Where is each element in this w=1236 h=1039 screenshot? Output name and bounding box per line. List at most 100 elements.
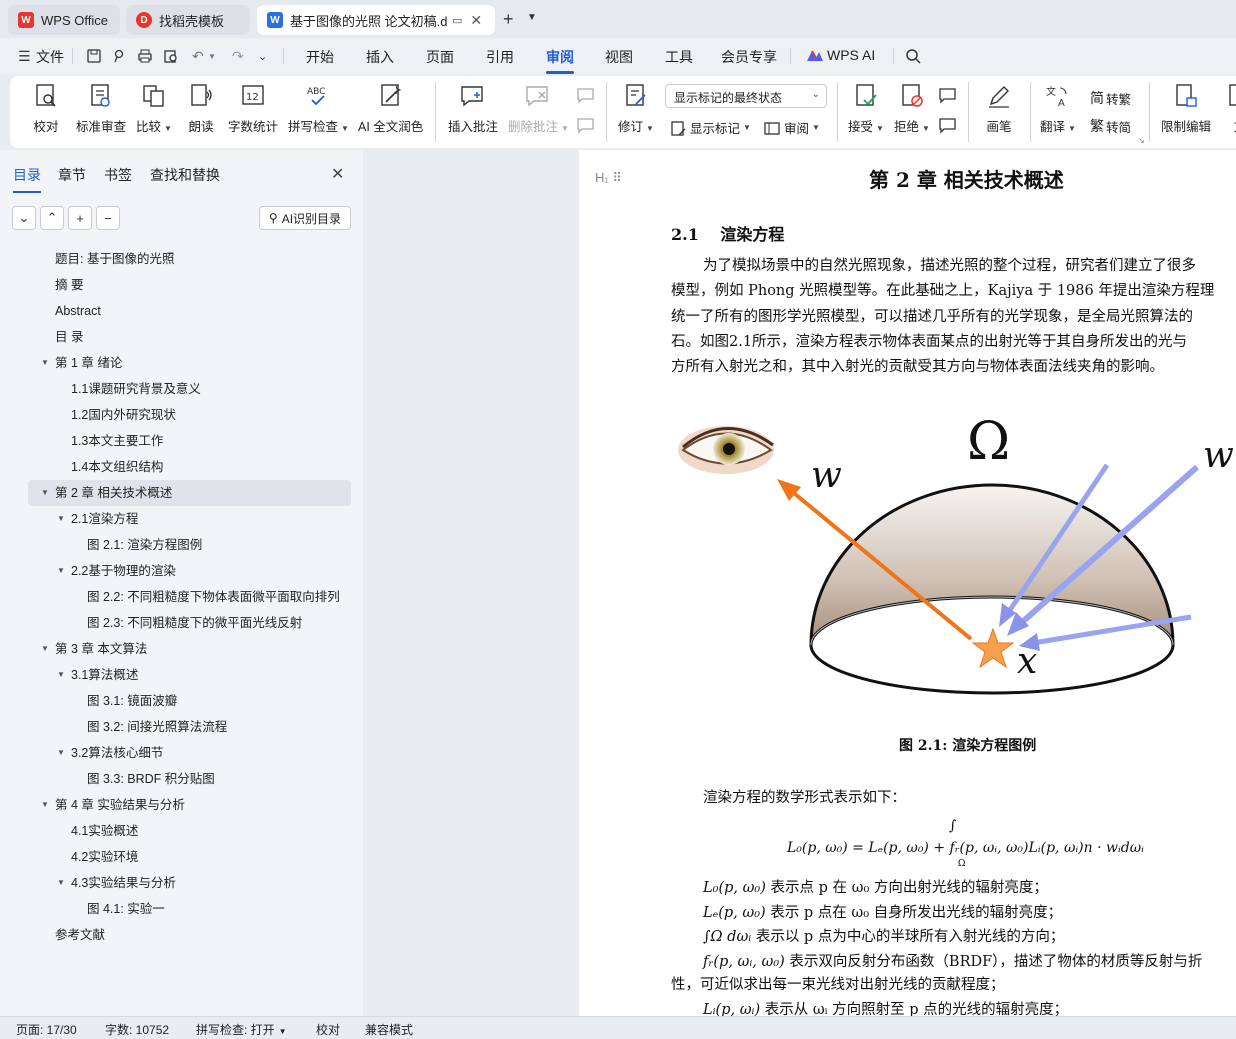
toc-item[interactable]: 1.1课题研究背景及意义 [0,376,363,402]
translate-button[interactable]: 文A 翻译 ▼ [1040,82,1076,135]
close-tab-icon[interactable]: ✕ [470,12,482,29]
review-pane-button[interactable]: 审阅 ▼ [764,118,820,137]
add-heading-button[interactable]: + [68,206,92,230]
more-chevron-icon[interactable]: ⌄ [258,50,267,63]
next-change-icon[interactable] [938,116,958,134]
monitor-icon[interactable]: ▭ [452,14,462,27]
close-pane-icon[interactable]: ✕ [331,164,344,184]
collapse-all-button[interactable]: ⌃ [40,206,64,230]
toc-item[interactable]: 图 3.3: BRDF 积分贴图 [0,766,363,792]
chevron-down-icon[interactable]: ▼ [208,52,216,61]
compare-button[interactable]: 比较 ▼ [136,82,172,135]
toc-toggle-icon[interactable]: ▼ [41,636,49,662]
proofread-button[interactable]: 校对 [32,82,60,135]
toc-toggle-icon[interactable]: ▼ [57,558,65,584]
toc-toggle-icon[interactable]: ▼ [41,350,49,376]
previous-comment-icon[interactable] [576,86,596,104]
markup-display-select[interactable]: 显示标记的最终状态 ⌄ [665,84,827,108]
toc-item[interactable]: 4.2实验环境 [0,844,363,870]
toc-item[interactable]: ▼ 第 4 章 实验结果与分析 [0,792,363,818]
heading-drag-handle-icon[interactable]: H₁ ⠿ [595,170,622,186]
chevron-down-icon[interactable]: ▼ [527,12,537,23]
nav-tab-chapters[interactable]: 章节 [58,165,86,185]
toc-item[interactable]: ▼ 第 2 章 相关技术概述 [28,480,351,506]
menu-page[interactable]: 页面 [426,47,454,67]
document-protect-button[interactable]: 文 [1226,82,1236,135]
toc-item[interactable]: ▼ 3.1算法概述 [0,662,363,688]
save-icon[interactable] [86,48,102,64]
spell-check-status[interactable]: 拼写检查: 打开 ▼ [196,1021,287,1038]
toc-item[interactable]: 1.3本文主要工作 [0,428,363,454]
standard-review-button[interactable]: 标准审查 [76,82,126,135]
expand-all-button[interactable]: ⌄ [12,206,36,230]
menu-wps-ai[interactable]: WPS AI [827,47,875,63]
print-icon[interactable] [137,48,153,64]
menu-tools[interactable]: 工具 [665,47,693,67]
print-preview-icon[interactable] [163,48,179,64]
menu-review[interactable]: 审阅 [546,47,574,74]
toc-toggle-icon[interactable]: ▼ [41,480,49,506]
menu-file[interactable]: 文件 [36,47,64,67]
reject-button[interactable]: 拒绝 ▼ [894,82,930,135]
hamburger-icon[interactable]: ☰ [18,48,31,65]
toc-item[interactable]: 4.1实验概述 [0,818,363,844]
to-traditional-button[interactable]: 简转繁 [1090,88,1131,108]
toc-item[interactable]: 1.4本文组织结构 [0,454,363,480]
toc-item[interactable]: 参考文献 [0,922,363,948]
restrict-edit-button[interactable]: 限制编辑 [1161,82,1211,135]
accept-button[interactable]: 接受 ▼ [848,82,884,135]
previous-change-icon[interactable] [938,86,958,104]
share-icon[interactable] [111,48,127,64]
toc-toggle-icon[interactable]: ▼ [57,740,65,766]
to-simplified-button[interactable]: 繁转简 [1090,116,1131,136]
toc-item[interactable]: 图 3.2: 间接光照算法流程 [0,714,363,740]
spell-check-button[interactable]: ABC 拼写检查 ▼ [288,82,349,135]
toc-item[interactable]: 1.2国内外研究现状 [0,402,363,428]
tab-template-store[interactable]: D 找稻壳模板 [126,5,250,35]
undo-icon[interactable]: ↶ [192,48,204,65]
document-page[interactable]: H₁ ⠿ 第 2 章 相关技术概述 2.1 渲染方程 为了模拟场景中的自然光照现… [579,150,1236,1016]
redo-icon[interactable]: ↷ [232,48,244,65]
tab-wps-office[interactable]: W WPS Office [8,5,120,35]
toc-item[interactable]: ▼ 第 3 章 本文算法 [0,636,363,662]
toc-item[interactable]: 目 录 [0,324,363,350]
toc-toggle-icon[interactable]: ▼ [57,870,65,896]
toc-item[interactable]: 图 2.1: 渲染方程图例 [0,532,363,558]
toc-item[interactable]: 题目: 基于图像的光照 [0,246,363,272]
toc-item[interactable]: 图 3.1: 镜面波瓣 [0,688,363,714]
page-indicator[interactable]: 页面: 17/30 [16,1021,77,1038]
toc-toggle-icon[interactable]: ▼ [57,662,65,688]
toc-item[interactable]: 图 4.1: 实验一 [0,896,363,922]
toc-item[interactable]: ▼ 2.2基于物理的渲染 [0,558,363,584]
search-icon[interactable] [905,48,921,64]
menu-insert[interactable]: 插入 [366,47,394,67]
pen-button[interactable]: 画笔 [985,82,1013,135]
next-comment-icon[interactable] [576,116,596,134]
menu-membership[interactable]: 会员专享 [721,47,777,67]
nav-tab-toc[interactable]: 目录 [13,165,41,193]
toc-item[interactable]: 图 2.2: 不同粗糙度下物体表面微平面取向排列 [0,584,363,610]
toc-item[interactable]: ▼ 第 1 章 绪论 [0,350,363,376]
toc-toggle-icon[interactable]: ▼ [41,792,49,818]
show-markup-button[interactable]: 显示标记 ▼ [670,118,751,137]
ai-polish-button[interactable]: AI 全文润色 [358,82,423,135]
toc-item[interactable]: ▼ 3.2算法核心细节 [0,740,363,766]
menu-view[interactable]: 视图 [605,47,633,67]
menu-home[interactable]: 开始 [306,47,334,67]
delete-comment-button[interactable]: 删除批注 ▼ [508,82,569,135]
tab-document[interactable]: W 基于图像的光照 论文初稿.do ▭ ✕ [257,5,495,35]
toc-toggle-icon[interactable]: ▼ [57,506,65,532]
toc-item[interactable]: 摘 要 [0,272,363,298]
nav-tab-find-replace[interactable]: 查找和替换 [150,165,220,185]
toc-item[interactable]: 图 2.3: 不同粗糙度下的微平面光线反射 [0,610,363,636]
remove-heading-button[interactable]: − [96,206,120,230]
toc-item[interactable]: Abstract [0,298,363,324]
word-count-button[interactable]: 12 字数统计 [228,82,278,135]
word-count-indicator[interactable]: 字数: 10752 [105,1021,169,1038]
proof-status[interactable]: 校对 [316,1021,340,1038]
nav-tab-bookmarks[interactable]: 书签 [104,165,132,185]
menu-reference[interactable]: 引用 [486,47,514,67]
insert-comment-button[interactable]: 插入批注 [448,82,498,135]
new-tab-icon[interactable]: + [503,9,514,30]
track-changes-button[interactable]: 修订 ▼ [618,82,654,135]
